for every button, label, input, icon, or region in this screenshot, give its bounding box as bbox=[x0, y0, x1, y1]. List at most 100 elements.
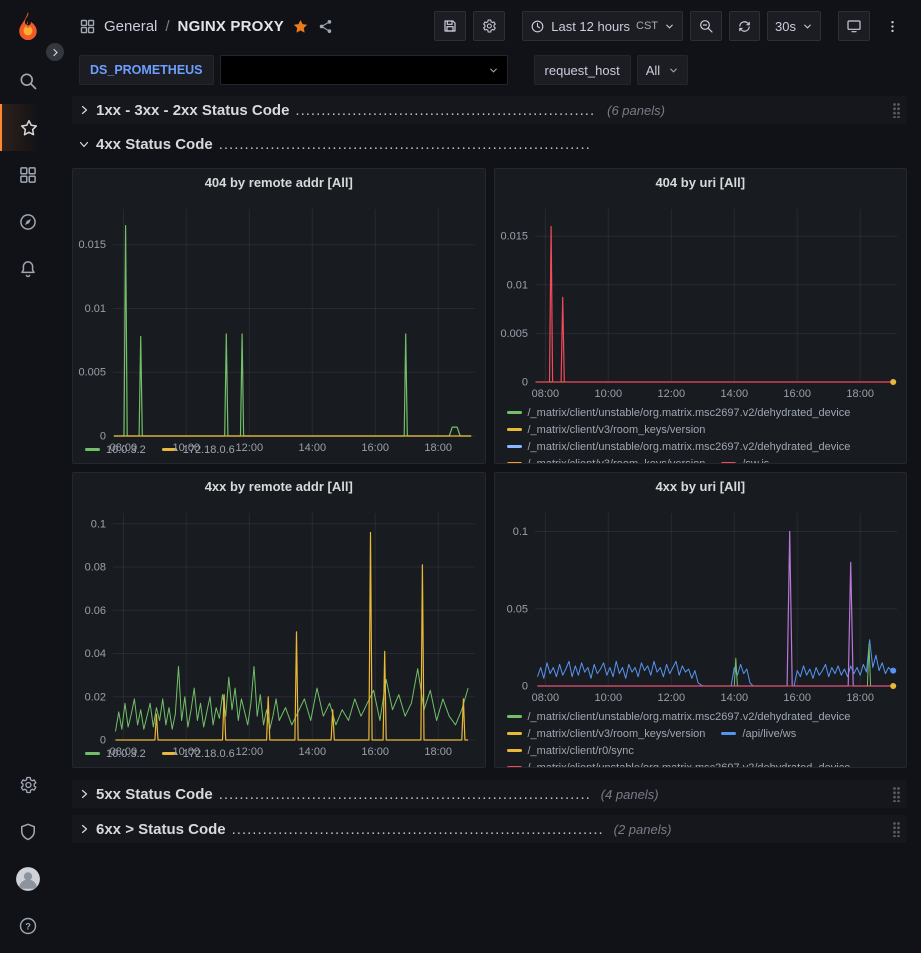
legend-item[interactable]: /_matrix/client/unstable/org.matrix.msc2… bbox=[507, 407, 851, 419]
svg-text:18:00: 18:00 bbox=[846, 388, 874, 400]
grafana-logo[interactable] bbox=[10, 7, 46, 43]
zoom-out-button[interactable] bbox=[690, 11, 722, 41]
legend-item[interactable]: /api/live/ws bbox=[721, 728, 796, 740]
svg-text:0.01: 0.01 bbox=[85, 303, 106, 315]
chart-area[interactable]: 00.050.108:0010:0012:0014:0016:0018:00 bbox=[495, 501, 907, 706]
chevron-down-icon bbox=[488, 65, 499, 76]
legend-series-swatch bbox=[507, 411, 522, 414]
legend-item[interactable]: /_matrix/client/v3/room_keys/version bbox=[507, 728, 706, 740]
sidebar-item-explore[interactable] bbox=[0, 198, 55, 245]
sidebar-item-alerting[interactable] bbox=[0, 245, 55, 292]
sidebar-item-help[interactable]: ? bbox=[0, 902, 55, 949]
chart-area[interactable]: 00.020.040.060.080.108:0010:0012:0014:00… bbox=[73, 501, 485, 743]
legend-series-swatch bbox=[507, 462, 522, 464]
dashboard-settings-button[interactable] bbox=[473, 11, 505, 41]
svg-text:18:00: 18:00 bbox=[846, 692, 874, 704]
chart-svg[interactable]: 00.020.040.060.080.108:0010:0012:0014:00… bbox=[73, 501, 485, 760]
legend-series-label: /_matrix/client/unstable/org.matrix.msc2… bbox=[528, 407, 851, 419]
panel-4xx-by-remote-addr: 4xx by remote addr [All] 00.020.040.060.… bbox=[72, 472, 486, 768]
panel-title[interactable]: 4xx by remote addr [All] bbox=[73, 473, 485, 501]
legend-item[interactable]: /_matrix/client/unstable/org.matrix.msc2… bbox=[507, 711, 851, 723]
legend-item[interactable]: /_matrix/client/unstable/org.matrix.msc2… bbox=[507, 441, 851, 453]
dashboard-top-bar: General / NGINX PROXY Last 12 hours CST bbox=[55, 0, 921, 52]
legend-row: /_matrix/client/r0/sync bbox=[507, 742, 899, 759]
chevron-down-icon bbox=[668, 65, 679, 76]
tv-mode-button[interactable] bbox=[838, 11, 870, 41]
legend-item[interactable]: /_matrix/client/unstable/org.matrix.msc2… bbox=[507, 762, 851, 769]
row-header-4xx[interactable]: 4xx Status Code ........................… bbox=[72, 130, 907, 158]
svg-text:0.1: 0.1 bbox=[91, 518, 106, 530]
variable-request-host-dropdown[interactable]: All bbox=[637, 55, 688, 85]
gear-icon bbox=[481, 18, 497, 34]
svg-text:0: 0 bbox=[521, 377, 527, 389]
row-header-6xx[interactable]: 6xx > Status Code ......................… bbox=[72, 815, 907, 843]
dashboard-variables-bar: DS_PROMETHEUS request_host All bbox=[55, 52, 921, 88]
row-title: 5xx Status Code bbox=[96, 786, 213, 803]
row-header-1xx-3xx-2xx[interactable]: 1xx - 3xx - 2xx Status Code ............… bbox=[72, 96, 907, 124]
variable-datasource-dropdown[interactable] bbox=[220, 55, 508, 85]
gear-icon bbox=[18, 775, 38, 795]
legend-item[interactable]: /_matrix/client/v3/room_keys/version bbox=[507, 458, 706, 465]
chart-area[interactable]: 00.0050.010.01508:0010:0012:0014:0016:00… bbox=[73, 197, 485, 439]
legend-series-label: /_matrix/client/v3/room_keys/version bbox=[528, 728, 706, 740]
legend-series-label: /_matrix/client/v3/room_keys/version bbox=[528, 424, 706, 436]
row-header-5xx[interactable]: 5xx Status Code ........................… bbox=[72, 780, 907, 808]
legend-item[interactable]: /_matrix/client/r0/sync bbox=[507, 745, 634, 757]
save-dashboard-button[interactable] bbox=[434, 11, 466, 41]
svg-text:16:00: 16:00 bbox=[361, 746, 389, 758]
chart-svg[interactable]: 00.050.108:0010:0012:0014:0016:0018:00 bbox=[495, 501, 907, 706]
dashboards-grid-icon bbox=[18, 165, 38, 185]
sidebar-nav: ? bbox=[0, 0, 55, 953]
svg-text:0.015: 0.015 bbox=[500, 231, 528, 243]
legend-series-label: /_matrix/client/v3/room_keys/version bbox=[528, 458, 706, 465]
legend-row: /_matrix/client/unstable/org.matrix.msc2… bbox=[507, 404, 899, 421]
timezone-label: CST bbox=[636, 20, 658, 32]
panel-title[interactable]: 404 by remote addr [All] bbox=[73, 169, 485, 197]
sidebar-item-configuration[interactable] bbox=[0, 761, 55, 808]
svg-text:0.05: 0.05 bbox=[506, 603, 527, 615]
time-range-picker[interactable]: Last 12 hours CST bbox=[522, 11, 683, 41]
refresh-interval-dropdown[interactable]: 30s bbox=[767, 11, 821, 41]
chart-svg[interactable]: 00.0050.010.01508:0010:0012:0014:0016:00… bbox=[73, 197, 485, 456]
breadcrumb-folder[interactable]: General bbox=[104, 18, 157, 35]
sidebar-item-server-admin[interactable] bbox=[0, 808, 55, 855]
svg-text:0.005: 0.005 bbox=[78, 367, 106, 379]
legend-item[interactable]: /sw.js bbox=[721, 458, 769, 465]
sidebar-item-search[interactable] bbox=[0, 57, 55, 104]
row-drag-handle[interactable] bbox=[892, 786, 901, 802]
refresh-button[interactable] bbox=[729, 11, 760, 41]
svg-text:0.02: 0.02 bbox=[85, 691, 106, 703]
sidebar-expand-button[interactable] bbox=[46, 43, 64, 61]
panel-4xx-by-uri: 4xx by uri [All] 00.050.108:0010:0012:00… bbox=[494, 472, 908, 768]
legend-item[interactable]: /_matrix/client/v3/room_keys/version bbox=[507, 424, 706, 436]
sidebar-item-profile[interactable] bbox=[0, 855, 55, 902]
panel-title[interactable]: 4xx by uri [All] bbox=[495, 473, 907, 501]
user-avatar bbox=[15, 866, 41, 892]
svg-text:12:00: 12:00 bbox=[657, 692, 685, 704]
legend-series-label: /_matrix/client/r0/sync bbox=[528, 745, 634, 757]
chart-svg[interactable]: 00.0050.010.01508:0010:0012:0014:0016:00… bbox=[495, 197, 907, 402]
apps-grid-icon bbox=[79, 18, 96, 35]
sidebar-item-dashboards[interactable] bbox=[0, 151, 55, 198]
legend-series-swatch bbox=[507, 749, 522, 752]
variable-datasource-label[interactable]: DS_PROMETHEUS bbox=[79, 55, 214, 85]
svg-text:0.015: 0.015 bbox=[78, 239, 106, 251]
legend-series-swatch bbox=[507, 445, 522, 448]
variable-request-host-value: All bbox=[646, 63, 660, 78]
sidebar-item-starred[interactable] bbox=[0, 104, 55, 151]
svg-text:10:00: 10:00 bbox=[173, 442, 201, 454]
kebab-menu-button[interactable] bbox=[877, 11, 907, 41]
legend-row: /_matrix/client/unstable/org.matrix.msc2… bbox=[507, 438, 899, 455]
svg-text:10:00: 10:00 bbox=[594, 692, 622, 704]
panel-title[interactable]: 404 by uri [All] bbox=[495, 169, 907, 197]
row-drag-handle[interactable] bbox=[892, 821, 901, 837]
row-drag-handle[interactable] bbox=[892, 102, 901, 118]
help-icon: ? bbox=[18, 916, 38, 936]
svg-text:?: ? bbox=[25, 921, 31, 931]
legend-row: /_matrix/client/v3/room_keys/version/sw.… bbox=[507, 455, 899, 464]
favorite-star-icon[interactable] bbox=[292, 18, 309, 35]
svg-text:14:00: 14:00 bbox=[720, 692, 748, 704]
chevron-right-icon bbox=[51, 48, 60, 57]
share-icon[interactable] bbox=[317, 18, 334, 35]
chart-area[interactable]: 00.0050.010.01508:0010:0012:0014:0016:00… bbox=[495, 197, 907, 402]
